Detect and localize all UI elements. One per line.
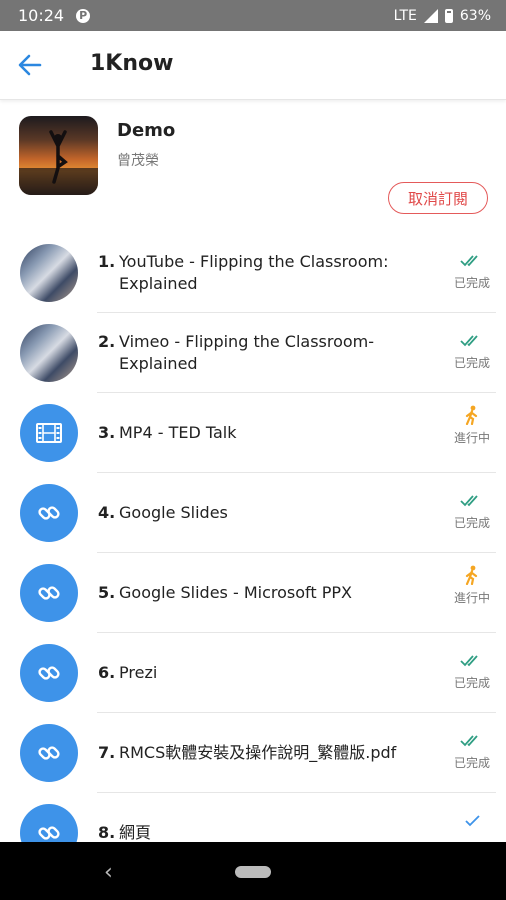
item-number: 6.: [98, 663, 116, 682]
status-label: 已完成: [453, 356, 490, 370]
list-item[interactable]: 6. Prezi 已完成: [0, 633, 506, 713]
lesson-list: 1. YouTube - Flipping the Classroom: Exp…: [0, 233, 506, 873]
status-label: 已完成: [453, 756, 490, 770]
item-status: [448, 810, 496, 830]
link-icon: [20, 484, 78, 542]
system-nav-bar: ‹: [0, 842, 506, 900]
list-item[interactable]: 7. RMCS軟體安裝及操作說明_繁體版.pdf 已完成: [0, 713, 506, 793]
status-label: 進行中: [453, 591, 490, 605]
status-time: 10:24: [18, 6, 65, 25]
parking-notification-icon: P: [76, 8, 91, 23]
battery-percent: 63%: [459, 7, 491, 24]
video-thumbnail: [20, 244, 78, 302]
item-status: 已完成: [448, 250, 496, 291]
item-status: 進行中: [448, 405, 496, 446]
item-status: 已完成: [448, 650, 496, 691]
status-bar: 10:24 P LTE 63%: [0, 0, 506, 31]
app-title: 1Know: [90, 51, 174, 76]
back-arrow-icon[interactable]: [18, 54, 42, 76]
item-title: MP4 - TED Talk: [119, 423, 237, 442]
double-check-icon: [460, 735, 478, 747]
item-title: 網頁: [119, 823, 152, 842]
walking-icon: [465, 565, 478, 585]
link-icon: [20, 724, 78, 782]
list-item[interactable]: 2. Vimeo - Flipping the Classroom-Explai…: [0, 313, 506, 393]
film-icon: [20, 404, 78, 462]
item-status: 已完成: [448, 330, 496, 371]
course-title: Demo: [117, 120, 176, 141]
link-icon: [20, 564, 78, 622]
course-author: 曾茂榮: [117, 153, 159, 169]
status-label: 已完成: [453, 276, 490, 290]
double-check-icon: [460, 655, 478, 667]
battery-icon: [444, 8, 453, 23]
item-number: 1.: [98, 252, 116, 271]
signal-icon: [423, 8, 438, 23]
status-label: 已完成: [453, 676, 490, 690]
link-icon: [20, 644, 78, 702]
item-status: 已完成: [448, 730, 496, 771]
item-title: RMCS軟體安裝及操作說明_繁體版.pdf: [119, 743, 397, 762]
item-number: 5.: [98, 583, 116, 602]
item-title: Google Slides - Microsoft PPX: [119, 583, 352, 602]
walking-icon: [465, 405, 478, 425]
status-label: 已完成: [453, 516, 490, 530]
unsubscribe-button[interactable]: 取消訂閱: [388, 182, 488, 214]
list-item[interactable]: 1. YouTube - Flipping the Classroom: Exp…: [0, 233, 506, 313]
item-number: 3.: [98, 423, 116, 442]
app-bar: 1Know: [0, 31, 506, 100]
item-title: Vimeo - Flipping the Classroom-Explained: [119, 332, 375, 373]
nav-back-icon[interactable]: ‹: [104, 860, 113, 885]
list-item[interactable]: 5. Google Slides - Microsoft PPX 進行中: [0, 553, 506, 633]
item-title: Prezi: [119, 663, 158, 682]
item-title: YouTube - Flipping the Classroom: Explai…: [119, 252, 389, 293]
double-check-icon: [460, 495, 478, 507]
item-number: 2.: [98, 332, 116, 351]
nav-home-pill[interactable]: [235, 866, 271, 878]
item-status: 已完成: [448, 490, 496, 531]
double-check-icon: [460, 255, 478, 267]
status-label: 進行中: [453, 431, 490, 445]
list-item[interactable]: 3. MP4 - TED Talk 進行中: [0, 393, 506, 473]
item-number: 8.: [98, 823, 116, 842]
double-check-icon: [460, 335, 478, 347]
item-status: 進行中: [448, 565, 496, 606]
network-type: LTE: [393, 7, 417, 24]
list-item[interactable]: 4. Google Slides 已完成: [0, 473, 506, 553]
item-number: 7.: [98, 743, 116, 762]
course-thumbnail: [19, 116, 98, 195]
check-icon: [465, 815, 480, 827]
item-number: 4.: [98, 503, 116, 522]
item-title: Google Slides: [119, 503, 228, 522]
video-thumbnail: [20, 324, 78, 382]
